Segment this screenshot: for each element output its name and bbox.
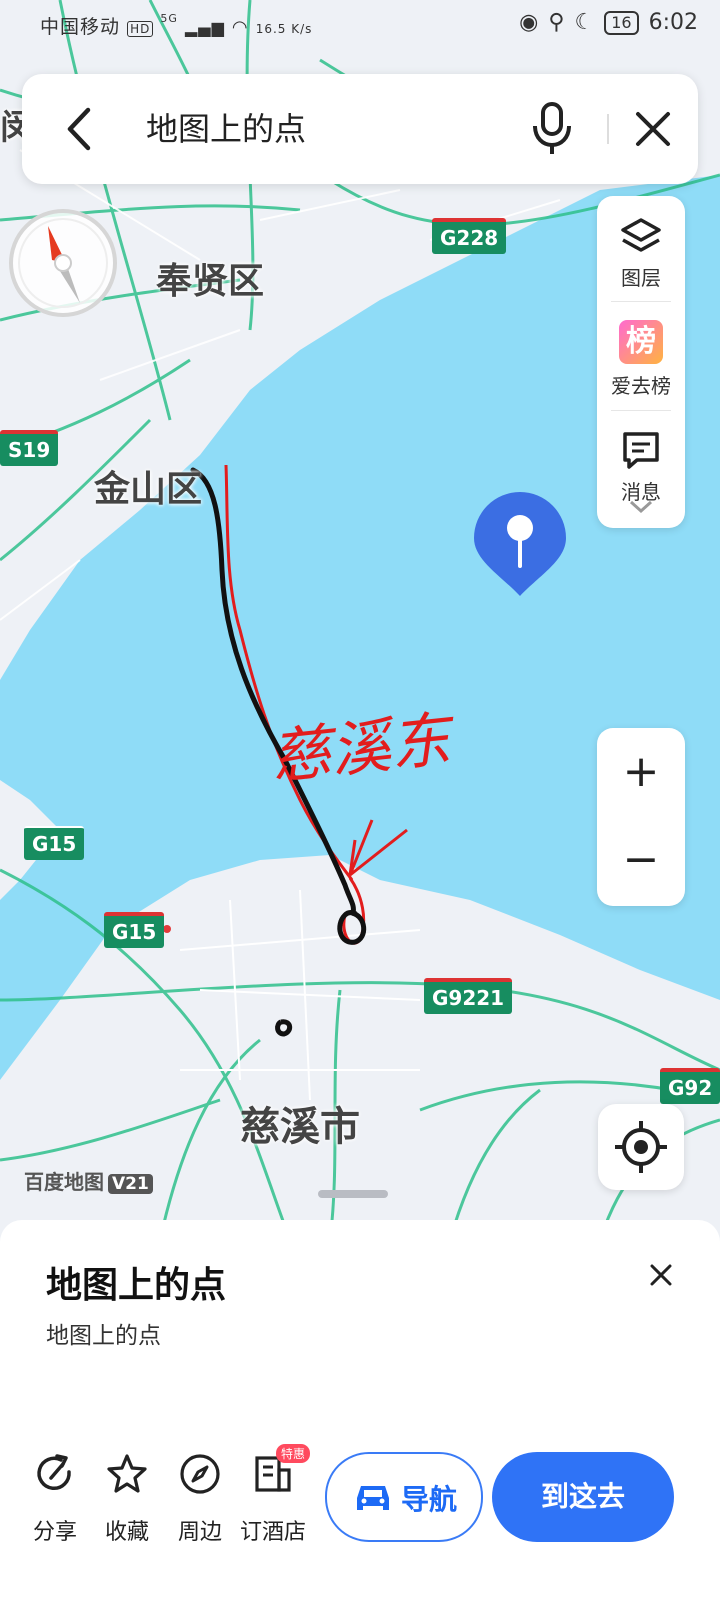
highway-shield-g9221: G9221 [424, 978, 513, 1014]
divider [607, 114, 609, 144]
system-icons: ◉ ⚲ ☾ 16 6:02 [519, 10, 698, 35]
compass-icon[interactable] [8, 208, 118, 318]
favorite-button[interactable]: 收藏 [92, 1452, 162, 1546]
star-icon [107, 1454, 147, 1493]
compass-nearby-icon [180, 1454, 220, 1494]
status-bar: 中国移动 HD 5G ▂▄▆ ◠ 16.5 K/s ◉ ⚲ ☾ 16 6:02 [0, 0, 720, 48]
ranking-button[interactable]: 榜 爱去榜 [597, 320, 685, 399]
highway-shield-g15-2: G15 [104, 912, 165, 948]
search-query[interactable]: 地图上的点 [146, 104, 306, 150]
wifi-icon: ◠ [231, 17, 249, 38]
map-view[interactable]: 闵 奉贤区 金山区 慈溪市 慈溪东 G228 S19 G15 G15 G9221… [0, 0, 720, 1240]
clear-search-icon[interactable] [628, 104, 678, 154]
clock-time: 6:02 [648, 10, 698, 35]
share-icon [37, 1454, 71, 1491]
close-card-icon[interactable] [646, 1260, 676, 1290]
location-icon: ⚲ [548, 10, 565, 35]
drag-handle[interactable] [318, 1190, 388, 1198]
microphone-icon[interactable] [530, 98, 574, 158]
message-button[interactable]: 消息 [597, 428, 685, 505]
eye-icon: ◉ [519, 10, 539, 35]
map-label-cixi: 慈溪市 [240, 1104, 360, 1150]
navigate-button[interactable]: 导航 [325, 1452, 483, 1542]
battery-icon: 16 [604, 10, 639, 35]
back-arrow-icon[interactable] [58, 102, 98, 156]
map-canvas[interactable] [0, 0, 720, 1240]
layers-label: 图层 [621, 266, 661, 290]
share-button[interactable]: 分享 [20, 1452, 90, 1546]
highway-shield-g228: G228 [432, 218, 507, 254]
map-label-fengxian: 奉贤区 [156, 261, 265, 302]
map-watermark: 百度地图 V21 [24, 1166, 153, 1195]
action-bar: 分享 收藏 周边 订酒店 特惠 导航 到这去 [0, 1430, 720, 1600]
go-here-button[interactable]: 到这去 [492, 1452, 674, 1542]
divider [611, 410, 671, 411]
signal-icon: ▂▄▆ [184, 18, 225, 37]
crosshair-icon [615, 1121, 667, 1173]
nearby-button[interactable]: 周边 [165, 1452, 235, 1546]
search-bar[interactable]: 地图上的点 [22, 74, 698, 184]
layers-icon [621, 218, 661, 252]
zoom-controls: + − [597, 728, 685, 906]
carrier-info: 中国移动 HD 5G ▂▄▆ ◠ 16.5 K/s [40, 12, 313, 38]
hotel-promo-badge: 特惠 [276, 1444, 311, 1463]
car-icon [357, 1486, 389, 1510]
message-icon [623, 432, 659, 469]
map-tools-panel: 图层 榜 爱去榜 消息 [597, 196, 685, 528]
chevron-down-icon[interactable] [627, 498, 655, 516]
ranking-badge-icon: 榜 [619, 320, 663, 364]
zoom-out-button[interactable]: − [597, 816, 685, 904]
highway-shield-s19: S19 [0, 430, 59, 466]
place-subtitle: 地图上的点 [46, 1323, 161, 1349]
map-label-jinshan: 金山区 [94, 469, 203, 510]
locate-me-button[interactable] [598, 1104, 684, 1190]
navigate-label: 导航 [401, 1483, 458, 1516]
highway-shield-g15: G15 [24, 826, 85, 860]
ranking-label: 爱去榜 [611, 374, 671, 398]
layers-button[interactable]: 图层 [597, 214, 685, 291]
place-title: 地图上的点 [46, 1265, 227, 1306]
divider [611, 301, 671, 302]
highway-shield-g92: G92 [660, 1068, 720, 1104]
moon-icon: ☾ [574, 10, 595, 35]
zoom-in-button[interactable]: + [597, 728, 685, 816]
hotel-button[interactable]: 订酒店 [238, 1452, 308, 1546]
